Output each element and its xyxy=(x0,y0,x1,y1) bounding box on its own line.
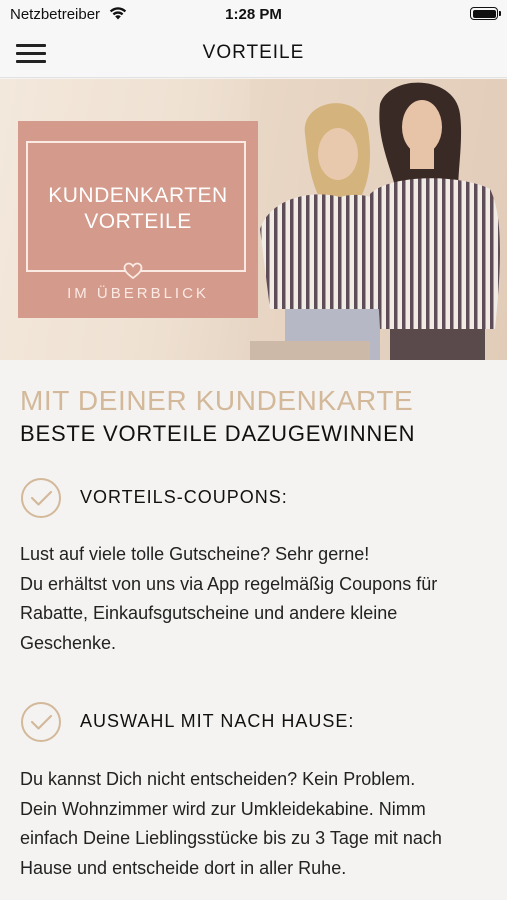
benefit-text-line: Du kannst Dich nicht entscheiden? Kein P… xyxy=(20,769,416,789)
promo-card[interactable]: KUNDENKARTEN VORTEILE IM ÜBERBLICK xyxy=(18,121,258,318)
status-time: 1:28 PM xyxy=(225,6,282,23)
benefit-text-line: Geschenke. xyxy=(20,632,117,653)
promo-frame: KUNDENKARTEN VORTEILE xyxy=(26,141,246,272)
page-title: VORTEILE xyxy=(202,42,305,63)
benefit-text-line: Dein Wohnzimmer wird zur Umkleidekabine.… xyxy=(20,798,426,819)
benefit-title: VORTEILS-COUPONS: xyxy=(80,487,288,507)
benefit-description: Du kannst Dich nicht entscheiden? Kein P… xyxy=(20,765,490,883)
promo-title: KUNDENKARTEN VORTEILE xyxy=(28,183,248,235)
benefit-title: AUSWAHL MIT NACH HAUSE: xyxy=(80,711,355,731)
promo-title-line2: VORTEILE xyxy=(84,210,192,233)
benefit-text-line: Rabatte, Einkaufsgutscheine und andere k… xyxy=(20,603,398,623)
benefit-description: Lust auf viele tolle Gutscheine? Sehr ge… xyxy=(20,540,490,658)
benefit-text-line: einfach Deine Lieblingsstücke bis zu 3 T… xyxy=(20,828,442,848)
battery-cap xyxy=(499,11,501,16)
benefit-text-line: Du erhältst von uns via App regelmäßig C… xyxy=(20,573,438,594)
heart-icon xyxy=(123,262,143,280)
hero-photo xyxy=(250,79,507,360)
check-circle-icon xyxy=(21,702,61,742)
benefit-coupons-header: VORTEILS-COUPONS: xyxy=(20,477,490,519)
headline-main: BESTE VORTEILE DAZUGEWINNEN xyxy=(20,421,416,446)
status-bar: Netzbetreiber 1:28 PM xyxy=(0,0,507,28)
navigation-bar: VORTEILE xyxy=(0,28,507,78)
hero-banner: KUNDENKARTEN VORTEILE IM ÜBERBLICK xyxy=(0,79,507,360)
promo-title-line1: KUNDENKARTEN xyxy=(48,184,228,207)
benefit-home-header: AUSWAHL MIT NACH HAUSE: xyxy=(20,701,490,743)
benefit-text-line: Hause und entscheide dort in aller Ruhe. xyxy=(20,857,347,878)
check-circle-icon xyxy=(21,478,61,518)
headline-accent: MIT DEINER KUNDENKARTE xyxy=(20,385,414,416)
promo-subtitle: IM ÜBERBLICK xyxy=(67,285,209,302)
benefit-text-line: Lust auf viele tolle Gutscheine? Sehr ge… xyxy=(20,544,370,564)
battery-icon xyxy=(470,7,498,20)
